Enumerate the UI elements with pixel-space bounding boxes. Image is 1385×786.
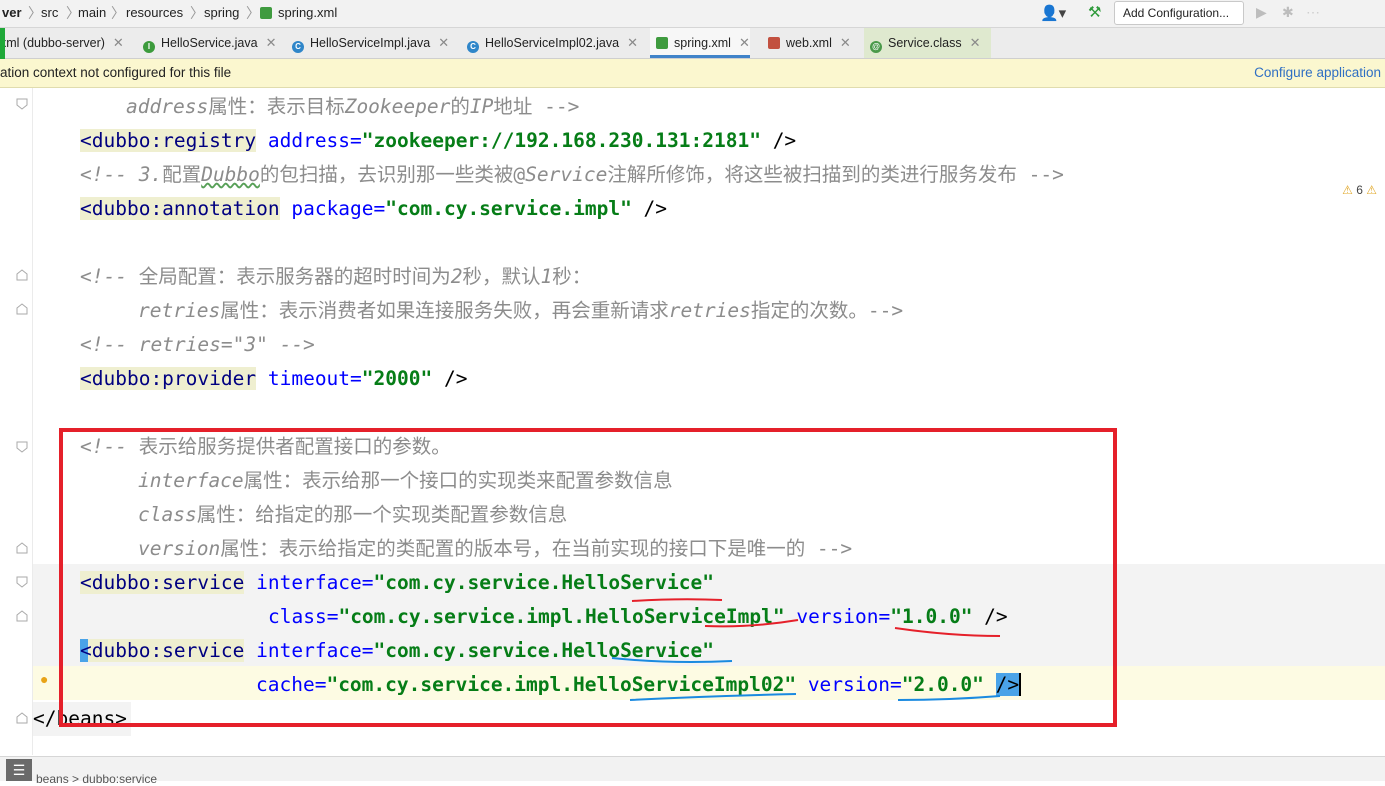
class-icon: C — [467, 41, 479, 53]
close-icon[interactable]: ✕ — [970, 35, 981, 50]
warning-icon: ⚠ — [1342, 183, 1353, 197]
xml-file-icon — [768, 37, 780, 49]
close-icon[interactable]: ✕ — [627, 35, 638, 50]
run-icon[interactable]: ▶ — [1256, 4, 1267, 21]
tab-dubbo-server-xml[interactable]: xml (dubbo-server) ✕ — [0, 28, 124, 58]
class-icon: C — [292, 41, 304, 53]
status-bar: ☰ beans > dubbo:service — [0, 756, 1385, 786]
breadcrumb-spring[interactable]: spring — [204, 5, 239, 20]
chevron-right-icon: 〉 — [190, 5, 204, 21]
structure-icon[interactable]: ☰ — [6, 759, 32, 781]
code-line: cache="com.cy.service.impl.HelloServiceI… — [256, 673, 1022, 696]
code-line: <dubbo:provider timeout="2000" /> — [80, 367, 468, 390]
code-line: version属性：表示给指定的类配置的版本号，在当前实现的接口下是唯一的 --… — [138, 537, 853, 560]
chevron-right-icon: 〉 — [111, 5, 125, 21]
breadcrumb-file[interactable]: spring.xml — [278, 5, 337, 20]
navigation-bar: ver 〉 src 〉 main 〉 resources 〉 spring 〉 … — [0, 0, 1385, 28]
code-line: <!-- 3.配置Dubbo的包扫描，去识别那一些类被@Service注解所修饰… — [80, 163, 1064, 186]
close-icon[interactable]: ✕ — [840, 35, 851, 50]
breadcrumb-src[interactable]: src — [41, 5, 58, 20]
notification-banner: ation context not configured for this fi… — [0, 59, 1385, 88]
spring-xml-icon — [260, 7, 272, 19]
code-line: <dubbo:registry address="zookeeper://192… — [80, 129, 797, 152]
code-line: class="com.cy.service.impl.HelloServiceI… — [268, 605, 1008, 628]
close-icon[interactable]: ✕ — [113, 35, 124, 50]
fold-icon[interactable] — [16, 712, 28, 724]
fold-icon[interactable] — [16, 303, 28, 315]
warning-count: 6 — [1356, 183, 1363, 197]
tab-label: Service.class — [888, 36, 962, 50]
tab-label: HelloServiceImpl02.java — [485, 36, 620, 50]
banner-message: ation context not configured for this fi… — [0, 65, 232, 80]
build-hammer-icon[interactable]: ⚒ — [1088, 3, 1101, 21]
fold-icon[interactable] — [16, 98, 28, 110]
debug-icon[interactable]: ✱ — [1282, 4, 1294, 21]
code-line: <!-- 全局配置：表示服务器的超时时间为2秒，默认1秒： — [80, 265, 592, 288]
code-line: interface属性：表示给那一个接口的实现类来配置参数信息 — [138, 469, 673, 492]
intention-bulb-icon[interactable]: ● — [40, 671, 48, 687]
code-editor[interactable]: ● ⚠ 6 ⚠ address属性：表示目标Zookeeper的IP地址 -->… — [0, 88, 1385, 755]
fold-icon[interactable] — [16, 610, 28, 622]
inspection-widget[interactable]: ⚠ 6 ⚠ — [1342, 183, 1377, 197]
tab-helloserviceimpl-java[interactable]: C HelloServiceImpl.java ✕ — [292, 28, 449, 58]
tab-label: spring.xml — [674, 36, 731, 50]
code-line: <dubbo:annotation package="com.cy.servic… — [80, 197, 668, 220]
tab-label: HelloServiceImpl.java — [310, 36, 431, 50]
code-line: <!-- 表示给服务提供者配置接口的参数。 — [80, 435, 451, 458]
fold-icon[interactable] — [16, 269, 28, 281]
spring-xml-icon — [656, 37, 668, 49]
editor-tabs: xml (dubbo-server) ✕ I HelloService.java ✕ … — [0, 28, 1385, 59]
tab-helloservice-java[interactable]: I HelloService.java ✕ — [143, 28, 276, 58]
code-line: retries属性：表示消费者如果连接服务失败，再会重新请求retries指定的… — [138, 299, 904, 322]
close-icon[interactable]: ✕ — [438, 35, 449, 50]
tab-label: HelloService.java — [161, 36, 258, 50]
fold-icon[interactable] — [16, 441, 28, 453]
close-icon[interactable]: ✕ — [266, 35, 277, 50]
breadcrumb-path[interactable]: beans > dubbo:service — [36, 772, 157, 786]
code-line: <dubbo:service interface="com.cy.service… — [80, 571, 714, 594]
chevron-right-icon: 〉 — [246, 5, 260, 21]
chevron-right-icon: 〉 — [28, 5, 42, 21]
code-line: <!-- retries="3" --> — [80, 333, 315, 356]
code-line: <dubbo:service interface="com.cy.service… — [80, 639, 714, 662]
tab-spring-xml[interactable]: spring.xml ✕ — [650, 28, 750, 58]
breadcrumb-main[interactable]: main — [78, 5, 106, 20]
breadcrumb-project[interactable]: ver — [2, 5, 22, 20]
tab-label: xml (dubbo-server) — [0, 36, 105, 50]
more-actions-icon[interactable]: ⋯ — [1306, 4, 1320, 21]
warning-icon: ⚠ — [1366, 183, 1377, 197]
close-icon[interactable]: ✕ — [739, 35, 750, 50]
interface-icon: I — [143, 41, 155, 53]
tab-web-xml[interactable]: web.xml ✕ — [768, 28, 851, 58]
add-configuration-button[interactable]: Add Configuration... — [1114, 1, 1244, 25]
user-icon[interactable]: 👤▾ — [1040, 4, 1066, 22]
fold-icon[interactable] — [16, 576, 28, 588]
tab-label: web.xml — [786, 36, 832, 50]
annotation-class-icon: @ — [870, 41, 882, 53]
tab-service-class[interactable]: @ Service.class ✕ — [864, 28, 991, 58]
fold-icon[interactable] — [16, 542, 28, 554]
code-line: class属性：给指定的那一个实现类配置参数信息 — [138, 503, 568, 526]
code-line: </beans> — [33, 702, 131, 736]
tab-helloserviceimpl02-java[interactable]: C HelloServiceImpl02.java ✕ — [467, 28, 638, 58]
configure-application-link[interactable]: Configure application — [1254, 65, 1381, 80]
breadcrumb-resources[interactable]: resources — [126, 5, 183, 20]
code-line: address属性：表示目标Zookeeper的IP地址 --> — [126, 95, 580, 118]
